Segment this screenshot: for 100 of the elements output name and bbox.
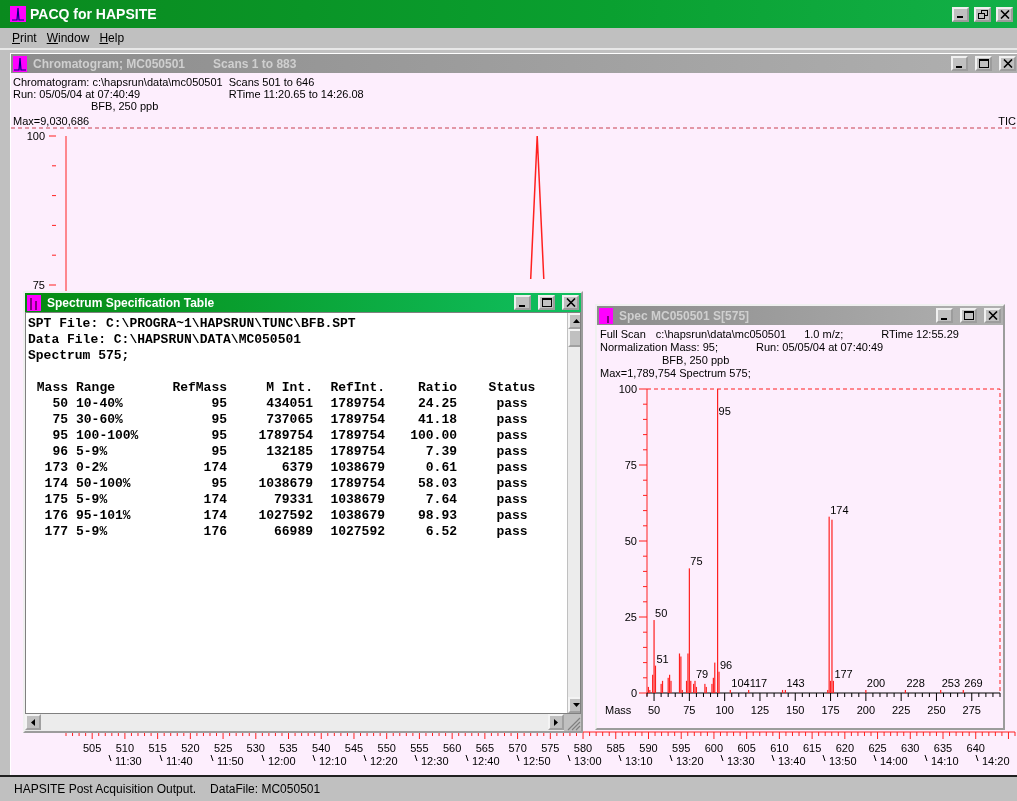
tick-label: 50 <box>647 704 661 716</box>
table-cell-text: 95 <box>210 412 227 428</box>
time-label: 12:40 <box>472 755 500 767</box>
table-cell-text: 174 <box>43 476 68 492</box>
tick-label: 275 <box>962 704 981 716</box>
peak-label: 269 <box>964 676 983 689</box>
table-cell-text: 95 <box>210 444 227 460</box>
table-cell-text: 6379 <box>280 460 313 476</box>
table-cell-text: pass <box>495 396 529 412</box>
time-label: 12:20 <box>370 755 398 767</box>
text-line: Spectrum 575; <box>28 348 131 364</box>
tick-label: 620 <box>835 742 854 754</box>
peak-label: 95 <box>718 405 731 417</box>
max-label: Max=1,789,754 Spectrum 575; <box>600 367 751 380</box>
table-cell-text: 95 <box>210 476 227 492</box>
bars-icon <box>27 294 41 311</box>
tick-label: 75 <box>624 459 637 471</box>
time-label: 12:50 <box>523 755 551 767</box>
maximize-icon <box>978 59 989 68</box>
table-cell-text: 132185 <box>265 444 313 460</box>
table-cell-text: 1027592 <box>257 508 313 524</box>
table-cell-text: 1027592 <box>329 524 385 540</box>
table-cell-text: 24.25 <box>417 396 457 412</box>
window-title: Spec MC050501 S[575] <box>619 308 750 323</box>
menu-item[interactable]: Window <box>46 31 90 45</box>
maximize-button[interactable] <box>538 295 555 310</box>
table-cell-text: 1038679 <box>329 460 385 476</box>
maximize-button[interactable] <box>975 56 992 71</box>
time-label: 11:50 <box>217 755 244 767</box>
tick-label: 100 <box>715 704 734 716</box>
table-cell-text: pass <box>495 476 529 492</box>
info-text: Scans 501 to 646 <box>228 76 316 88</box>
table-cell-text: pass <box>495 460 529 476</box>
peak-icon <box>10 6 26 22</box>
tick-label: 50 <box>624 535 637 547</box>
minimize-button[interactable] <box>936 308 953 323</box>
maximize-button[interactable] <box>960 308 977 323</box>
tick-label: 560 <box>442 742 462 754</box>
tick-label: 625 <box>868 742 887 754</box>
table-cell-text: 1789754 <box>329 428 385 444</box>
info-text: Chromatogram: c:\hapsrun\data\mc050501 <box>13 76 223 88</box>
scroll-thumb[interactable] <box>568 329 580 347</box>
minimize-button[interactable] <box>951 56 968 71</box>
close-button[interactable] <box>996 6 1013 22</box>
minimize-button[interactable] <box>514 295 531 310</box>
resize-grip-icon[interactable] <box>564 714 581 731</box>
table-cell-text: 1038679 <box>257 476 313 492</box>
text-line: Data File: C:\HAPSRUN\DATA\MC050501 <box>28 332 303 348</box>
table-cell-text: 1789754 <box>329 396 385 412</box>
tick-label: 100 <box>26 130 45 142</box>
table-cell-text: 100.00 <box>409 428 457 444</box>
table-cell-text: 95-101% <box>75 508 132 524</box>
table-cell-text: 176 <box>43 508 68 524</box>
menu-item[interactable]: Help <box>99 31 125 45</box>
table-cell-text: 100-100% <box>75 428 140 444</box>
tick-label: 175 <box>821 704 840 716</box>
column-header: Range <box>75 380 116 396</box>
table-cell-text: 175 <box>43 492 68 508</box>
tick-label: 75 <box>683 704 696 716</box>
minimize-button[interactable] <box>952 6 969 22</box>
time-label: 11:40 <box>166 755 193 767</box>
time-label: 13:10 <box>625 755 653 767</box>
tick-label: 640 <box>966 742 985 754</box>
close-button[interactable] <box>999 56 1016 71</box>
restore-button[interactable] <box>974 6 991 22</box>
table-cell-text: 7.64 <box>424 492 457 508</box>
tick-label: 600 <box>704 742 724 754</box>
time-label: 12:00 <box>268 755 296 767</box>
axis-label: Mass <box>605 704 632 716</box>
table-cell-text: 30-60% <box>75 412 124 428</box>
tick-label: 550 <box>377 742 396 754</box>
tick-label: 125 <box>750 704 770 716</box>
tick-label: 100 <box>618 383 637 395</box>
peak-label: 228 <box>906 676 925 689</box>
table-cell-text: 95 <box>51 428 68 444</box>
tick-label: 545 <box>344 742 364 754</box>
column-header: Mass <box>35 380 68 396</box>
vertical-scrollbar[interactable] <box>567 313 580 713</box>
tick-label: 610 <box>770 742 789 754</box>
column-header: Status <box>487 380 537 396</box>
peak-label: 174 <box>830 503 849 516</box>
table-cell-text: pass <box>495 492 529 508</box>
horizontal-scrollbar[interactable] <box>25 714 564 731</box>
close-icon <box>565 298 576 307</box>
menu-item[interactable]: Print <box>12 31 37 45</box>
close-icon <box>987 311 998 320</box>
tick-label: 590 <box>639 742 658 754</box>
peak-label: 117 <box>749 676 768 689</box>
table-cell-text: 176 <box>202 524 227 540</box>
close-button[interactable] <box>984 308 1001 323</box>
minimize-icon <box>955 65 962 68</box>
info-text: RTime 11:20.65 to 14:26.08 <box>228 88 364 100</box>
close-button[interactable] <box>562 295 579 310</box>
sample-label: BFB, 250 ppb <box>662 354 730 367</box>
maximize-icon <box>541 298 552 307</box>
tick-label: 150 <box>786 704 805 716</box>
tick-label: 575 <box>541 742 560 754</box>
tick-label: 630 <box>901 742 920 754</box>
tick-label: 505 <box>83 742 102 754</box>
tick-label: 555 <box>410 742 429 754</box>
